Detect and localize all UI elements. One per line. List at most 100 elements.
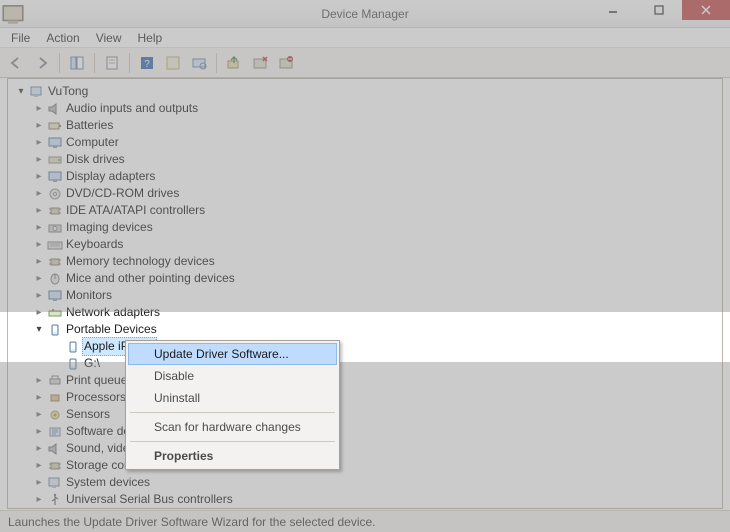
uninstall-button[interactable]: [274, 51, 298, 75]
expand-icon[interactable]: [32, 185, 46, 202]
tree-item[interactable]: Audio inputs and outputs: [10, 100, 720, 117]
monitor-icon: [46, 135, 64, 151]
tree-item[interactable]: IDE ATA/ATAPI controllers: [10, 202, 720, 219]
back-button[interactable]: [4, 51, 28, 75]
scan-button[interactable]: [187, 51, 211, 75]
tree-item-label: Keyboards: [66, 236, 123, 253]
chip-icon: [46, 254, 64, 270]
expand-icon[interactable]: [32, 321, 46, 338]
tree-apple-iphone[interactable]: Apple iPhone: [10, 338, 720, 355]
tree-item[interactable]: Processors: [10, 389, 720, 406]
tree-item[interactable]: Keyboards: [10, 236, 720, 253]
maximize-button[interactable]: [636, 0, 682, 20]
menu-bar: File Action View Help: [0, 28, 730, 48]
tree-item-label: Mice and other pointing devices: [66, 270, 235, 287]
action-button[interactable]: [161, 51, 185, 75]
menu-help[interactable]: Help: [131, 30, 170, 46]
tree-item[interactable]: Print queues: [10, 372, 720, 389]
tree-item[interactable]: Imaging devices: [10, 219, 720, 236]
tree-item-label: Sensors: [66, 406, 110, 423]
tree-item[interactable]: Sensors: [10, 406, 720, 423]
forward-button[interactable]: [30, 51, 54, 75]
expand-icon[interactable]: [32, 168, 46, 185]
pc-icon: [46, 475, 64, 491]
tree-item-label: Universal Serial Bus controllers: [66, 491, 233, 508]
disable-button[interactable]: [248, 51, 272, 75]
expand-icon[interactable]: [32, 457, 46, 474]
tree-item[interactable]: Disk drives: [10, 151, 720, 168]
expand-icon[interactable]: [32, 440, 46, 457]
expand-icon[interactable]: [32, 134, 46, 151]
tree-item[interactable]: DVD/CD-ROM drives: [10, 185, 720, 202]
ctx-uninstall[interactable]: Uninstall: [128, 387, 337, 409]
mouse-icon: [46, 271, 64, 287]
expand-icon[interactable]: [32, 219, 46, 236]
tree-item[interactable]: Display adapters: [10, 168, 720, 185]
tree-item-label: Display adapters: [66, 168, 155, 185]
toolbar-separator: [94, 53, 95, 73]
expand-icon[interactable]: [32, 474, 46, 491]
close-button[interactable]: [682, 0, 730, 20]
expand-icon[interactable]: [32, 406, 46, 423]
expand-icon[interactable]: [32, 287, 46, 304]
tree-view[interactable]: VuTongAudio inputs and outputsBatteriesC…: [7, 78, 723, 509]
ctx-disable[interactable]: Disable: [128, 365, 337, 387]
tree-item-label: Memory technology devices: [66, 253, 215, 270]
properties-button[interactable]: [100, 51, 124, 75]
help-button[interactable]: ?: [135, 51, 159, 75]
ctx-separator: [130, 412, 335, 413]
tree-item[interactable]: Batteries: [10, 117, 720, 134]
minimize-button[interactable]: [590, 0, 636, 20]
speaker-icon: [46, 101, 64, 117]
battery-icon: [46, 118, 64, 134]
expand-icon[interactable]: [32, 236, 46, 253]
sw-icon: [46, 424, 64, 440]
ctx-update-driver[interactable]: Update Driver Software...: [128, 343, 337, 365]
tree-item[interactable]: Mice and other pointing devices: [10, 270, 720, 287]
expand-icon[interactable]: [32, 202, 46, 219]
tree-item-label: Disk drives: [66, 151, 125, 168]
expand-icon[interactable]: [32, 117, 46, 134]
tree-item[interactable]: Universal Serial Bus controllers: [10, 491, 720, 508]
tree-item-label: Imaging devices: [66, 219, 153, 236]
ctx-separator: [130, 441, 335, 442]
pc-icon: [28, 84, 46, 100]
expand-icon[interactable]: [14, 83, 28, 100]
tree-item-label: G:\: [84, 355, 100, 372]
expand-icon[interactable]: [32, 253, 46, 270]
print-icon: [46, 373, 64, 389]
menu-file[interactable]: File: [4, 30, 37, 46]
expand-icon[interactable]: [32, 270, 46, 287]
expand-icon[interactable]: [32, 100, 46, 117]
drive-icon: [46, 152, 64, 168]
toolbar-separator: [59, 53, 60, 73]
tree-item[interactable]: Network adapters: [10, 304, 720, 321]
keyboard-icon: [46, 237, 64, 253]
chip-icon: [46, 203, 64, 219]
tree-item[interactable]: Memory technology devices: [10, 253, 720, 270]
menu-action[interactable]: Action: [39, 30, 86, 46]
tree-root-node[interactable]: VuTong: [10, 83, 720, 100]
update-driver-button[interactable]: [222, 51, 246, 75]
expand-icon[interactable]: [32, 491, 46, 508]
ctx-scan[interactable]: Scan for hardware changes: [128, 416, 337, 438]
expand-icon[interactable]: [32, 151, 46, 168]
tree-item[interactable]: Monitors: [10, 287, 720, 304]
tree-portable-devices[interactable]: Portable Devices: [10, 321, 720, 338]
tree-item-label: Print queues: [66, 372, 133, 389]
expand-icon[interactable]: [32, 372, 46, 389]
expand-icon[interactable]: [32, 304, 46, 321]
status-bar: Launches the Update Driver Software Wiza…: [0, 510, 730, 532]
tree-item[interactable]: Computer: [10, 134, 720, 151]
tree-item[interactable]: Storage controllers: [10, 457, 720, 474]
tree-item[interactable]: System devices: [10, 474, 720, 491]
tree-item-label: VuTong: [48, 83, 88, 100]
tree-g-drive[interactable]: G:\: [10, 355, 720, 372]
ctx-properties[interactable]: Properties: [128, 445, 337, 467]
show-hide-tree-button[interactable]: [65, 51, 89, 75]
expand-icon[interactable]: [32, 423, 46, 440]
tree-item[interactable]: Software devices: [10, 423, 720, 440]
tree-item[interactable]: Sound, video and game controllers: [10, 440, 720, 457]
menu-view[interactable]: View: [89, 30, 129, 46]
expand-icon[interactable]: [32, 389, 46, 406]
